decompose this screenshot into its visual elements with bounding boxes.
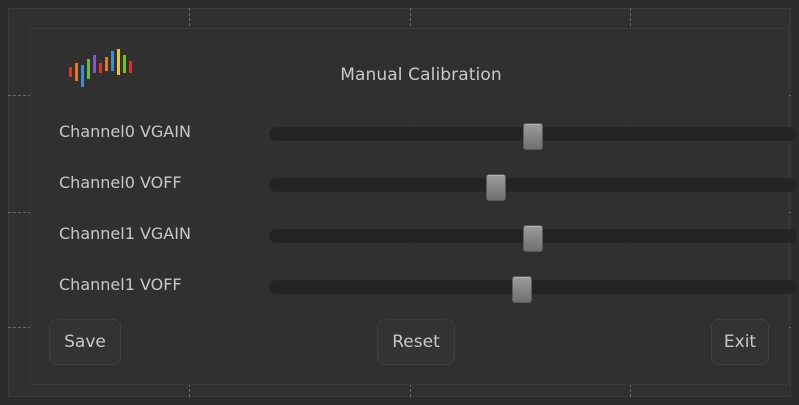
slider-label: Channel0 VGAIN xyxy=(59,122,191,141)
slider-handle[interactable] xyxy=(523,123,543,150)
slider-row-channel1-vgain: Channel1 VGAIN xyxy=(59,219,797,252)
slider-track[interactable] xyxy=(269,174,797,201)
slider-label: Channel1 VOFF xyxy=(59,275,182,294)
slider-row-channel0-voff: Channel0 VOFF xyxy=(59,168,797,201)
slider-handle[interactable] xyxy=(523,225,543,252)
slider-row-channel1-voff: Channel1 VOFF xyxy=(59,270,797,303)
slider-handle[interactable] xyxy=(512,276,533,303)
slider-track[interactable] xyxy=(269,276,797,303)
save-button[interactable]: Save xyxy=(49,319,121,365)
exit-button[interactable]: Exit xyxy=(711,319,769,365)
slider-handle[interactable] xyxy=(486,174,507,201)
slider-label: Channel1 VGAIN xyxy=(59,224,191,243)
dialog-title: Manual Calibration xyxy=(340,65,502,85)
slider-track[interactable] xyxy=(269,123,797,150)
manual-calibration-dialog: Manual Calibration Channel0 VGAIN Channe… xyxy=(30,28,797,385)
slider-track[interactable] xyxy=(269,225,797,252)
slider-label: Channel0 VOFF xyxy=(59,173,182,192)
reset-button[interactable]: Reset xyxy=(377,319,455,365)
slider-row-channel0-vgain: Channel0 VGAIN xyxy=(59,117,797,150)
color-bars-logo xyxy=(69,49,132,87)
